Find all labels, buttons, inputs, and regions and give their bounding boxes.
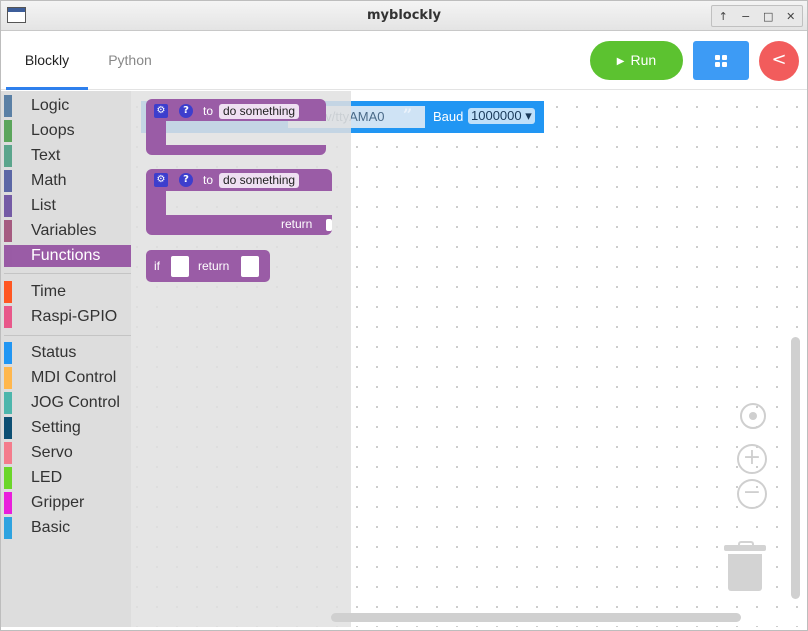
toolbox-separator: [4, 273, 131, 274]
return-label: return: [281, 217, 313, 231]
category-color-swatch: [4, 517, 12, 539]
window-close-button[interactable]: ✕: [782, 10, 800, 23]
category-label: Servo: [31, 444, 73, 461]
category-color-swatch: [4, 195, 12, 217]
category-color-swatch: [4, 145, 12, 167]
category-list[interactable]: List: [4, 195, 131, 217]
category-color-swatch: [4, 392, 12, 414]
category-color-swatch: [4, 492, 12, 514]
procedure-block-bottom: [146, 145, 326, 155]
horizontal-scrollbar[interactable]: [331, 613, 741, 622]
category-color-swatch: [4, 442, 12, 464]
vertical-scrollbar[interactable]: [791, 337, 800, 599]
gear-icon[interactable]: ⚙: [154, 104, 168, 118]
category-color-swatch: [4, 95, 12, 117]
category-label: Loops: [31, 122, 75, 139]
window-title: myblockly: [367, 8, 441, 23]
to-label: to: [203, 173, 214, 187]
category-label: Variables: [31, 222, 97, 239]
procedure-name-field[interactable]: do something: [219, 173, 300, 188]
procedure-block-arm: [146, 121, 166, 145]
return-value-socket: [326, 219, 332, 231]
category-logic[interactable]: Logic: [4, 95, 131, 117]
category-led[interactable]: LED: [4, 467, 131, 489]
category-label: List: [31, 197, 56, 214]
procedure-return-block-arm: [146, 191, 166, 215]
return-value-socket: [241, 256, 259, 277]
condition-socket: [171, 256, 189, 277]
apps-button[interactable]: [693, 41, 749, 80]
return-label: return: [198, 259, 230, 273]
category-color-swatch: [4, 170, 12, 192]
category-label: Text: [31, 147, 61, 164]
category-label: Gripper: [31, 494, 85, 511]
play-icon: ▶: [616, 56, 625, 67]
category-label: Logic: [31, 97, 70, 114]
blockly-workspace[interactable]: ev/ttyAMA0 ” Baud 1000000 ▾ Logic Loops …: [1, 91, 807, 627]
category-label: Setting: [31, 419, 81, 436]
category-label: Basic: [31, 519, 71, 536]
window-controls: ↑ − □ ✕: [711, 5, 803, 27]
category-loops[interactable]: Loops: [4, 120, 131, 142]
grid-icon: [715, 55, 727, 67]
app-window: myblockly ↑ − □ ✕ Blockly Python ▶ Run < …: [0, 0, 808, 631]
procedure-name-field[interactable]: do something: [219, 104, 300, 119]
category-text[interactable]: Text: [4, 145, 131, 167]
category-label: Status: [31, 344, 77, 361]
window-up-button[interactable]: ↑: [714, 10, 732, 23]
toolbox-separator: [4, 335, 131, 336]
recenter-icon[interactable]: [740, 403, 766, 429]
zoom-out-icon[interactable]: −: [737, 479, 767, 509]
if-label: if: [154, 259, 160, 273]
category-basic[interactable]: Basic: [4, 517, 131, 539]
category-label: Math: [31, 172, 67, 189]
category-label: JOG Control: [31, 394, 120, 411]
to-label: to: [203, 104, 214, 118]
window-maximize-button[interactable]: □: [759, 10, 777, 23]
window-minimize-button[interactable]: −: [737, 10, 755, 23]
category-color-swatch: [4, 306, 12, 328]
zoom-in-icon[interactable]: +: [737, 444, 767, 474]
category-color-swatch: [4, 342, 12, 364]
category-label: Functions: [31, 247, 101, 264]
top-toolbar: Blockly Python ▶ Run <: [1, 31, 807, 90]
category-color-swatch: [4, 220, 12, 242]
category-setting[interactable]: Setting: [4, 417, 131, 439]
category-status[interactable]: Status: [4, 342, 131, 364]
run-button[interactable]: ▶ Run: [590, 41, 683, 80]
category-color-swatch: [4, 281, 12, 303]
category-servo[interactable]: Servo: [4, 442, 131, 464]
category-color-swatch: [4, 245, 12, 267]
trash-icon[interactable]: [724, 541, 766, 591]
title-bar: myblockly ↑ − □ ✕: [1, 1, 807, 31]
quote-icon: ”: [403, 105, 413, 124]
category-raspi-gpio[interactable]: Raspi-GPIO: [4, 306, 131, 328]
toolbox: Logic Loops Text Math List Variables Fun…: [1, 91, 131, 627]
help-icon[interactable]: ?: [179, 104, 193, 118]
baud-dropdown[interactable]: 1000000 ▾: [468, 108, 535, 124]
back-button[interactable]: <: [759, 41, 799, 81]
help-icon[interactable]: ?: [179, 173, 193, 187]
category-label: LED: [31, 469, 63, 486]
category-jog-control[interactable]: JOG Control: [4, 392, 131, 414]
category-label: MDI Control: [31, 369, 117, 386]
category-functions[interactable]: Functions: [4, 245, 131, 267]
baud-label: Baud: [433, 109, 464, 124]
category-color-swatch: [4, 417, 12, 439]
category-label: Time: [31, 283, 66, 300]
gear-icon[interactable]: ⚙: [154, 173, 168, 187]
category-color-swatch: [4, 120, 12, 142]
tab-python[interactable]: Python: [89, 31, 171, 90]
category-time[interactable]: Time: [4, 281, 131, 303]
chevron-left-icon: <: [771, 49, 787, 70]
category-math[interactable]: Math: [4, 170, 131, 192]
category-mdi-control[interactable]: MDI Control: [4, 367, 131, 389]
run-button-label: Run: [630, 52, 657, 68]
category-variables[interactable]: Variables: [4, 220, 131, 242]
category-gripper[interactable]: Gripper: [4, 492, 131, 514]
tab-blockly[interactable]: Blockly: [6, 31, 88, 90]
category-color-swatch: [4, 367, 12, 389]
category-label: Raspi-GPIO: [31, 308, 118, 325]
category-color-swatch: [4, 467, 12, 489]
